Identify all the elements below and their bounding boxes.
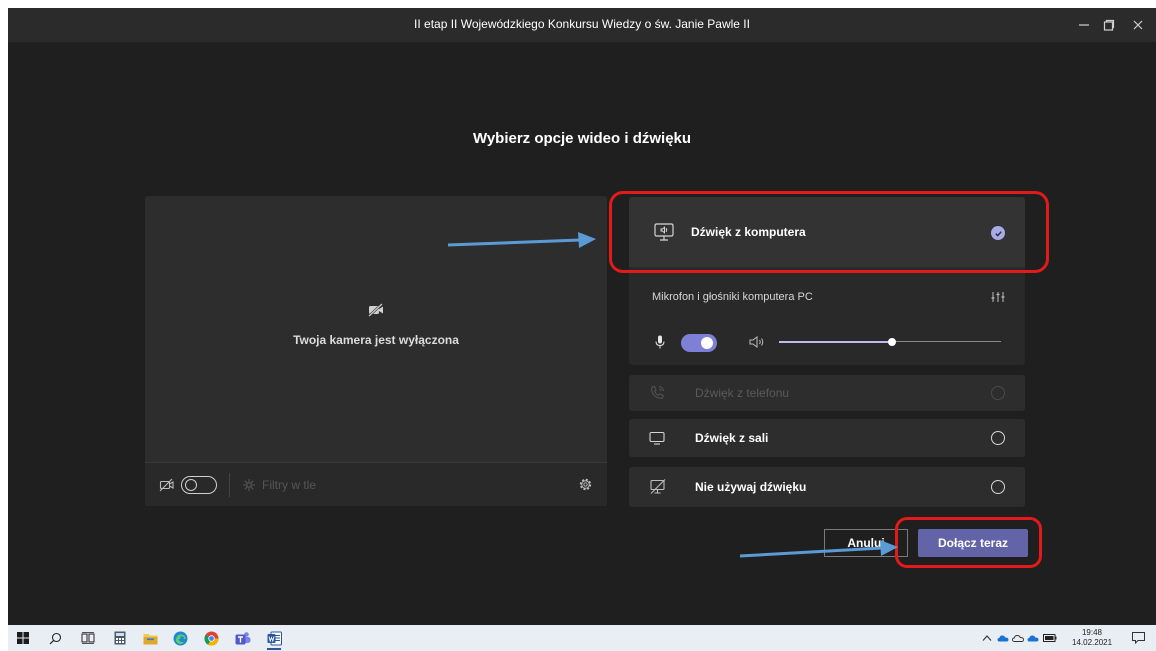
- taskbar-clock[interactable]: 19:48 14.02.2021: [1072, 628, 1112, 648]
- teams-icon: [235, 631, 251, 644]
- search-icon: [49, 632, 61, 644]
- tray-onedrive[interactable]: [997, 630, 1009, 646]
- taskbar-file-explorer[interactable]: [142, 630, 158, 646]
- windows-taskbar: 19:48 14.02.2021: [8, 625, 1156, 651]
- teams-window: II etap II Wojewódzkiego Konkursu Wiedzy…: [8, 8, 1156, 625]
- word-icon: [267, 631, 282, 645]
- notification-icon: [1131, 632, 1145, 644]
- start-button[interactable]: [15, 630, 31, 646]
- tray-onedrive-business[interactable]: [1027, 630, 1039, 646]
- arrow-to-join-button: [739, 540, 898, 558]
- task-view-icon: [81, 632, 95, 644]
- task-view-button[interactable]: [80, 630, 96, 646]
- battery-icon: [1043, 634, 1057, 642]
- folder-icon: [143, 633, 157, 644]
- tray-onedrive-personal[interactable]: [1012, 630, 1024, 646]
- taskbar-calculator[interactable]: [112, 630, 128, 646]
- cloud-filled-icon: [1027, 635, 1039, 642]
- annotation-arrows: [447, 232, 898, 558]
- chevron-up-icon: [982, 635, 992, 641]
- screen: II etap II Wojewódzkiego Konkursu Wiedzy…: [0, 0, 1156, 651]
- show-hidden-icons-button[interactable]: [981, 630, 993, 646]
- chrome-browser-icon: [203, 631, 219, 646]
- search-button[interactable]: [47, 630, 63, 646]
- arrow-to-computer-audio: [447, 232, 596, 248]
- windows-logo-icon: [17, 632, 29, 644]
- calculator-icon: [114, 631, 126, 645]
- clock-time: 19:48: [1081, 628, 1103, 637]
- cloud-icon: [997, 635, 1009, 642]
- running-indicator: [267, 648, 281, 650]
- taskbar-teams[interactable]: [235, 630, 251, 646]
- taskbar-chrome[interactable]: [203, 630, 219, 646]
- tray-battery[interactable]: [1043, 630, 1057, 646]
- notifications-button[interactable]: [1130, 630, 1146, 646]
- edge-browser-icon: [173, 631, 187, 645]
- taskbar-word[interactable]: [266, 630, 282, 650]
- cloud-outline-icon: [1012, 635, 1024, 642]
- taskbar-edge[interactable]: [172, 630, 188, 646]
- clock-date: 14.02.2021: [1072, 638, 1113, 647]
